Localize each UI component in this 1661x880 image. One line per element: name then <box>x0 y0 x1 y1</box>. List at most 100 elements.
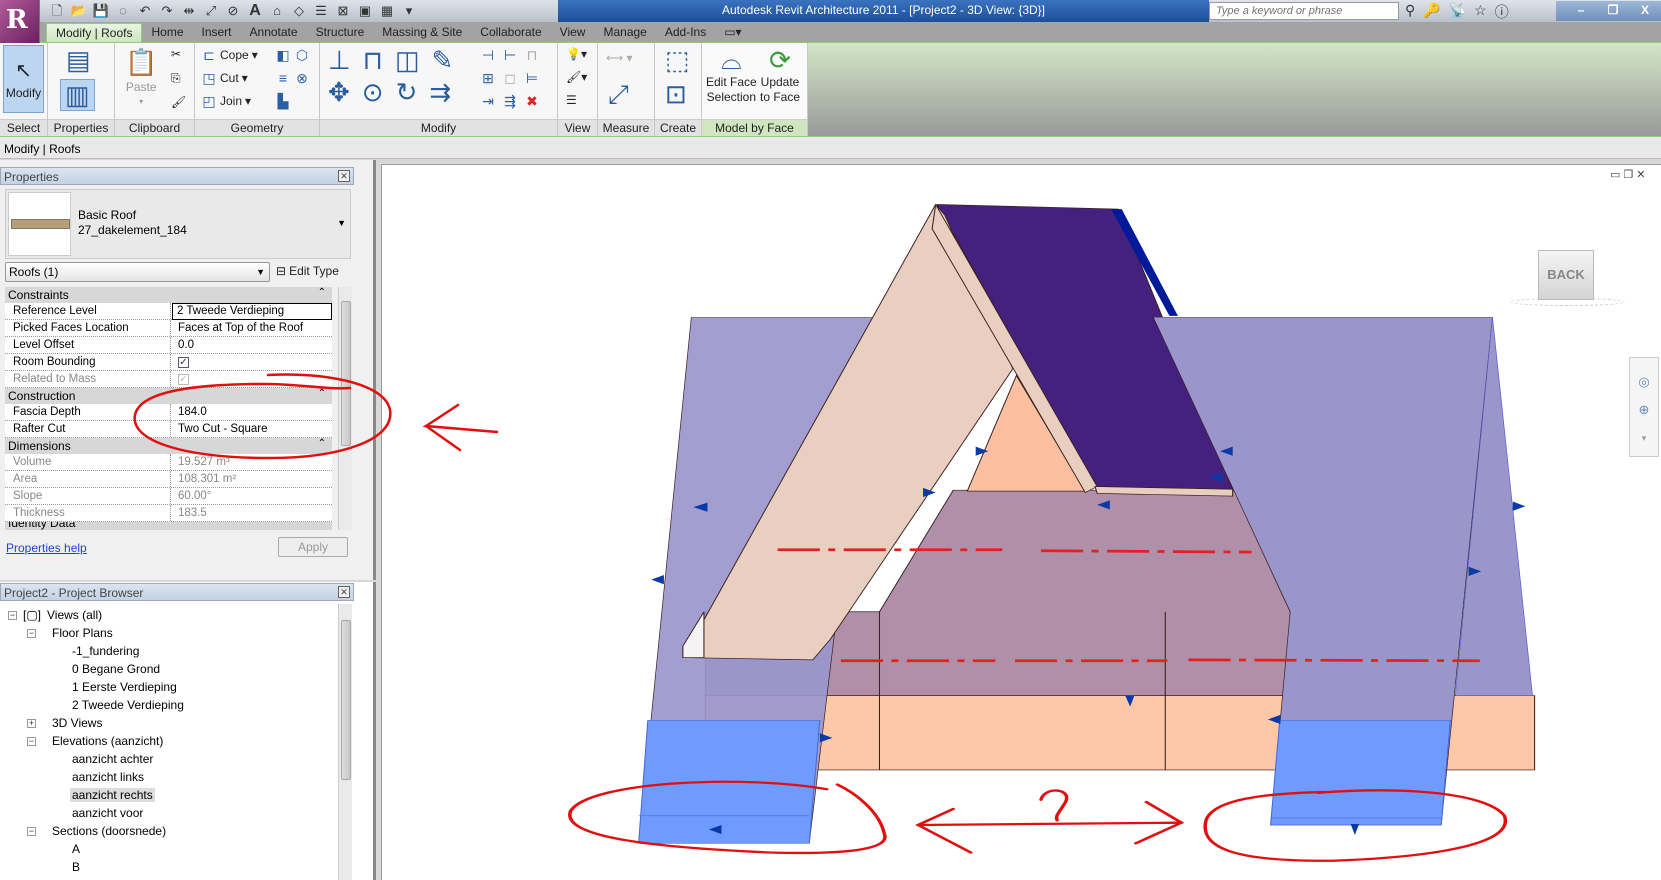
cut-clipboard-icon[interactable]: ✂ <box>171 47 181 61</box>
subscription-icon[interactable]: 🔑 <box>1423 2 1440 22</box>
close-icon[interactable]: X <box>1629 1 1661 21</box>
scale-icon[interactable]: ◻ <box>502 70 518 86</box>
tab-modify-roofs[interactable]: Modify | Roofs <box>46 23 143 42</box>
pin-icon[interactable]: ⊨ <box>524 70 540 86</box>
tab-view[interactable]: View <box>551 23 595 42</box>
undo-icon[interactable]: ↶ <box>136 3 154 19</box>
roof-model[interactable]: ? <box>560 160 1661 880</box>
group-constraints[interactable]: Constraints ⌃ <box>5 287 332 303</box>
level-offset-field[interactable]: 0.0 <box>178 339 194 351</box>
browser-item[interactable]: A <box>70 842 82 856</box>
hide-isolate-icon[interactable]: 💡▾ <box>566 47 587 61</box>
browser-item[interactable]: aanzicht achter <box>70 752 155 766</box>
browser-item[interactable]: 3D Views <box>50 716 104 730</box>
favorites-star-icon[interactable]: ☆ <box>1474 2 1487 22</box>
rotate-icon[interactable]: ↻ <box>396 77 418 107</box>
offset-icon[interactable]: ⊓ <box>363 45 383 75</box>
restore-icon[interactable]: ❐ <box>1623 169 1636 181</box>
section-icon[interactable]: ◇ <box>290 3 308 19</box>
browser-item[interactable]: -1_fundering <box>70 644 141 658</box>
browser-item[interactable]: aanzicht voor <box>70 806 145 820</box>
tag-icon[interactable]: ⊘ <box>224 3 242 19</box>
wall-joins-icon[interactable]: ≡ ⊗ <box>275 70 310 86</box>
tab-manage[interactable]: Manage <box>594 23 655 42</box>
browser-item[interactable]: Sections (doorsnede) <box>50 824 168 838</box>
steering-wheel-icon[interactable]: ◎ <box>1630 368 1658 396</box>
close-hidden-icon[interactable]: ⊠ <box>334 3 352 19</box>
browser-item[interactable]: Floor Plans <box>50 626 115 640</box>
browser-scrollbar[interactable] <box>338 604 352 880</box>
browser-item[interactable]: 0 Begane Grond <box>70 662 162 676</box>
new-icon[interactable]: 🗋 <box>48 3 66 19</box>
tab-home[interactable]: Home <box>142 23 192 42</box>
edit-face-selection-button[interactable]: ⌓ Edit Face Selection <box>706 45 757 105</box>
cut-geometry-button[interactable]: ◳ Cut ▾ <box>201 70 247 86</box>
trim-multiple-icon[interactable]: ⇶ <box>502 93 518 109</box>
instance-filter-dropdown[interactable]: Roofs (1) ▼ <box>5 262 270 282</box>
open-icon[interactable]: 📂 <box>70 3 88 19</box>
match-properties-icon[interactable]: 🖌 <box>171 95 186 109</box>
minimize-ribbon-icon[interactable]: ▭▾ <box>715 23 750 42</box>
trim-icon[interactable]: ⇉ <box>429 77 451 107</box>
thin-lines-icon[interactable]: ☰ <box>312 3 330 19</box>
type-selector[interactable]: Basic Roof 27_dakelement_184 ▼ <box>5 189 351 259</box>
collapse-icon[interactable]: − <box>8 611 17 620</box>
tab-massing-site[interactable]: Massing & Site <box>373 23 471 42</box>
minimize-icon[interactable]: ▭ <box>1610 169 1623 181</box>
paste-button[interactable]: 📋 Paste ▾ <box>125 47 157 106</box>
communication-icon[interactable]: 📡 <box>1449 2 1466 22</box>
group-identity-data[interactable]: Identity Data <box>5 522 332 530</box>
create-group-icon[interactable]: ⊡ <box>665 79 687 109</box>
panel-label[interactable]: Select <box>0 119 47 136</box>
array-icon[interactable]: ⊞ <box>480 70 496 86</box>
override-graphics-icon[interactable]: 🖌▾ <box>566 70 587 84</box>
type-properties-icon[interactable]: ▤ <box>66 45 91 75</box>
3d-view-icon[interactable]: ⌂ <box>268 3 286 19</box>
collapse-icon[interactable]: − <box>27 629 36 638</box>
help-icon[interactable]: ⓘ <box>1495 2 1509 22</box>
reference-level-field[interactable]: 2 Tweede Verdieping <box>172 303 332 320</box>
copy-element-icon[interactable]: ⊙ <box>362 77 384 107</box>
browser-item[interactable]: Views (all) <box>45 608 104 622</box>
split-gap-icon[interactable]: ⊢ <box>502 47 518 63</box>
mirror-axis-icon[interactable]: ◫ <box>395 45 420 75</box>
customize-icon[interactable]: ▾ <box>400 3 418 19</box>
sync-icon[interactable]: ◌ <box>114 3 132 19</box>
modify-button[interactable]: ↖ Modify <box>3 45 44 113</box>
group-construction[interactable]: Construction ⌃ <box>5 388 332 404</box>
browser-item[interactable]: B <box>70 860 82 874</box>
view-window-controls[interactable]: ▭❐✕ <box>1610 168 1649 181</box>
application-menu-button[interactable]: R <box>0 0 40 44</box>
properties-palette-icon[interactable]: ▥ <box>60 79 95 111</box>
close-icon[interactable]: ✕ <box>1636 169 1648 181</box>
browser-item[interactable]: aanzicht links <box>70 770 146 784</box>
picked-faces-field[interactable]: Faces at Top of the Roof <box>178 322 303 334</box>
browser-item[interactable]: 2 Tweede Verdieping <box>70 698 186 712</box>
browser-item[interactable]: aanzicht rechts <box>70 788 155 802</box>
close-icon[interactable]: ✕ <box>338 170 350 182</box>
update-to-face-button[interactable]: ⟳ Update to Face <box>760 45 800 105</box>
browser-item[interactable]: 1 Eerste Verdieping <box>70 680 179 694</box>
expand-icon[interactable]: + <box>27 719 36 728</box>
cope-button[interactable]: ⊏ Cope ▾ <box>201 47 258 63</box>
minimize-icon[interactable]: – <box>1565 1 1597 21</box>
close-icon[interactable]: ✕ <box>338 586 350 598</box>
unpin-icon[interactable]: ⊓ <box>524 47 540 63</box>
linework-icon[interactable]: ☰ <box>566 93 577 107</box>
aligned-dimension-tool-icon[interactable]: ⤢ <box>608 79 629 109</box>
mirror-draw-icon[interactable]: ✎ <box>432 45 454 75</box>
collapse-icon[interactable]: − <box>27 827 36 836</box>
tab-collaborate[interactable]: Collaborate <box>471 23 550 42</box>
switch-windows-icon[interactable]: ▣ <box>356 3 374 19</box>
restore-icon[interactable]: ❐ <box>1597 1 1629 21</box>
fascia-depth-field[interactable]: 184.0 <box>178 406 207 418</box>
join-button[interactable]: ◰ Join ▾ <box>201 93 251 109</box>
redo-icon[interactable]: ↷ <box>158 3 176 19</box>
tab-annotate[interactable]: Annotate <box>241 23 307 42</box>
apply-button[interactable]: Apply <box>278 537 348 557</box>
trim-single-icon[interactable]: ⇥ <box>480 93 496 109</box>
search-input[interactable] <box>1209 2 1399 20</box>
customize-icon[interactable]: ▾ <box>1630 424 1658 452</box>
edit-type-button[interactable]: ⊟ Edit Type <box>276 264 339 278</box>
rafter-cut-field[interactable]: Two Cut - Square <box>178 423 267 435</box>
